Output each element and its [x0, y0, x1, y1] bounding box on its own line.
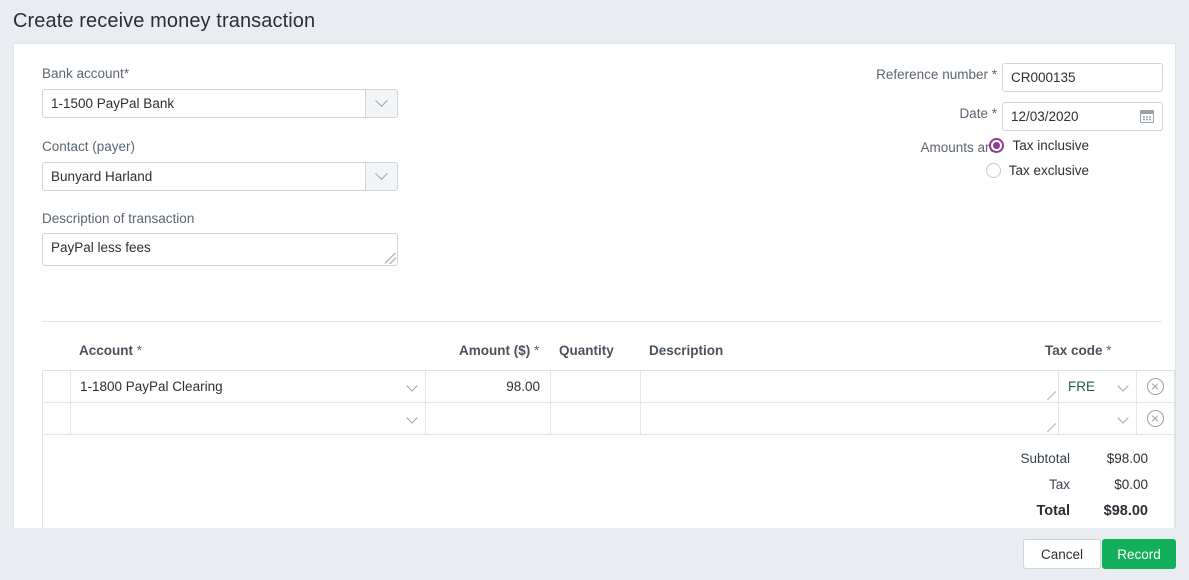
line-items-table: Account * Amount ($) * Quantity Descript… [42, 340, 1175, 560]
total-label: Total [1036, 503, 1070, 519]
contact-label-text: Contact (payer) [42, 139, 136, 154]
column-header-quantity: Quantity [559, 343, 614, 358]
row-amount-value: 98.00 [506, 379, 540, 394]
radio-tax-exclusive-label: Tax exclusive [1008, 163, 1089, 178]
date-value: 12/03/2020 [1011, 109, 1079, 124]
resize-handle-icon[interactable] [1047, 391, 1056, 400]
column-header-amount-text: Amount ($) [459, 343, 531, 358]
column-header-account-required: * [136, 343, 143, 358]
row-amount-cell[interactable] [426, 403, 551, 434]
totals-list: Subtotal $98.00 Tax $0.00 Total $98.00 [990, 451, 1148, 530]
bank-account-value: 1-1500 PayPal Bank [51, 96, 175, 111]
totals-row-subtotal: Subtotal $98.00 [990, 451, 1148, 466]
column-header-account: Account * [79, 343, 142, 358]
totals-row-total: Total $98.00 [990, 503, 1148, 519]
row-quantity-cell[interactable] [551, 371, 641, 402]
column-header-description-text: Description [649, 343, 724, 358]
total-value: $98.00 [1103, 503, 1148, 519]
radio-tax-inclusive[interactable]: Tax inclusive [989, 138, 1089, 153]
row-account-value: 1-1800 PayPal Clearing [80, 379, 223, 394]
reference-number-value: CR000135 [1011, 70, 1076, 85]
bank-account-required: * [123, 66, 130, 81]
modal-body-card: Bank account* 1-1500 PayPal Bank Contact… [13, 43, 1176, 560]
row-amount-cell[interactable]: 98.00 [426, 371, 551, 402]
contact-label: Contact (payer) [42, 139, 135, 154]
reference-number-label-text: Reference number [876, 67, 988, 82]
row-description-cell[interactable] [641, 371, 1059, 402]
date-required: * [991, 106, 997, 121]
resize-handle-icon[interactable] [385, 253, 396, 264]
column-header-amount: Amount ($) * [459, 343, 539, 358]
reference-number-input[interactable]: CR000135 [1002, 63, 1163, 92]
record-button[interactable]: Record [1102, 539, 1176, 569]
row-account-cell[interactable]: 1-1800 PayPal Clearing [71, 371, 426, 402]
column-header-description: Description [649, 343, 723, 358]
section-divider [42, 321, 1162, 322]
page-title: Create receive money transaction [13, 10, 316, 32]
bank-account-label-text: Bank account [42, 66, 124, 81]
chevron-down-icon[interactable] [406, 412, 418, 424]
row-tax-code-value: FRE [1068, 379, 1095, 394]
radio-tax-exclusive-indicator[interactable] [985, 163, 1001, 178]
column-header-amount-required: * [534, 343, 540, 358]
create-receive-money-modal: Create receive money transaction Bank ac… [0, 0, 1189, 580]
row-delete-button[interactable] [1137, 371, 1174, 402]
calendar-icon[interactable] [1140, 110, 1154, 123]
amounts-are-label: Amounts are [920, 140, 997, 155]
table-row[interactable]: 1-1800 PayPal Clearing 98.00 FRE [43, 371, 1174, 403]
amounts-are-label-text: Amounts are [920, 140, 997, 155]
reference-number-label: Reference number * [876, 67, 997, 82]
line-items-grid: 1-1800 PayPal Clearing 98.00 FRE [42, 370, 1175, 435]
contact-dropdown-button[interactable] [365, 163, 397, 190]
row-delete-button[interactable] [1137, 403, 1174, 434]
delete-circle-icon[interactable] [1147, 410, 1164, 427]
chevron-down-icon [375, 94, 388, 108]
column-header-tax-code-text: Tax code [1045, 343, 1103, 358]
date-input[interactable]: 12/03/2020 [1002, 102, 1163, 131]
date-label-text: Date [959, 106, 988, 121]
delete-circle-icon[interactable] [1147, 378, 1164, 395]
description-value: PayPal less fees [51, 240, 151, 255]
line-items-header-row: Account * Amount ($) * Quantity Descript… [42, 340, 1175, 370]
tax-value: $0.00 [1114, 477, 1148, 492]
bank-account-select[interactable]: 1-1500 PayPal Bank [42, 89, 398, 118]
chevron-down-icon[interactable] [1117, 412, 1129, 424]
column-header-account-text: Account [79, 343, 133, 358]
chevron-down-icon[interactable] [406, 380, 418, 392]
date-label: Date * [959, 106, 997, 121]
contact-select[interactable]: Bunyard Harland [42, 162, 398, 191]
row-quantity-cell[interactable] [551, 403, 641, 434]
radio-tax-inclusive-label: Tax inclusive [1012, 138, 1089, 153]
resize-handle-icon[interactable] [1047, 423, 1056, 432]
column-header-tax-code-required: * [1106, 343, 1112, 358]
subtotal-value: $98.00 [1106, 451, 1148, 466]
subtotal-label: Subtotal [1020, 451, 1070, 466]
form-area: Bank account* 1-1500 PayPal Bank Contact… [14, 44, 1175, 276]
row-account-cell[interactable] [71, 403, 426, 434]
description-label-text: Description of transaction [42, 211, 195, 226]
radio-tax-inclusive-indicator[interactable] [989, 138, 1005, 153]
column-header-tax-code: Tax code * [1045, 343, 1112, 358]
row-tax-code-cell[interactable]: FRE [1059, 371, 1137, 402]
bank-account-label: Bank account* [42, 66, 129, 81]
description-label: Description of transaction [42, 211, 194, 226]
row-drag-handle[interactable] [43, 403, 71, 434]
contact-value: Bunyard Harland [51, 169, 153, 184]
row-description-cell[interactable] [641, 403, 1059, 434]
reference-number-required: * [991, 67, 997, 82]
column-header-quantity-text: Quantity [559, 343, 614, 358]
description-textarea[interactable]: PayPal less fees [42, 233, 398, 266]
modal-footer: Cancel Record [0, 528, 1189, 580]
chevron-down-icon [375, 167, 388, 181]
row-drag-handle[interactable] [43, 371, 71, 402]
table-row[interactable] [43, 403, 1174, 435]
radio-tax-exclusive[interactable]: Tax exclusive [985, 163, 1089, 178]
chevron-down-icon[interactable] [1117, 380, 1129, 392]
tax-label: Tax [1048, 477, 1070, 492]
totals-row-tax: Tax $0.00 [990, 477, 1148, 492]
cancel-button[interactable]: Cancel [1023, 539, 1101, 569]
bank-account-dropdown-button[interactable] [365, 90, 397, 117]
modal-header: Create receive money transaction [0, 0, 1189, 43]
row-tax-code-cell[interactable] [1059, 403, 1137, 434]
